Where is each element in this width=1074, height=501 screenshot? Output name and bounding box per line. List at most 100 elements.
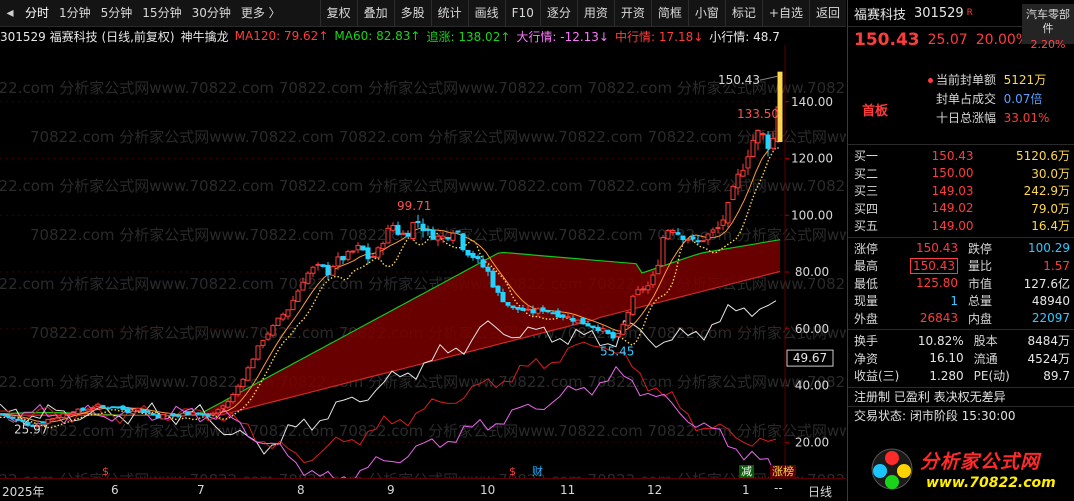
book-label: 买五 bbox=[854, 219, 879, 234]
tab-1min[interactable]: 1分钟 bbox=[54, 0, 96, 27]
order-book: 买一 150.43 5120.6万 买二 150.00 30.0万 买三 149.03 242.… bbox=[848, 145, 1074, 238]
candle-body bbox=[580, 317, 586, 325]
tool-small-window[interactable]: 小窗 bbox=[687, 0, 725, 27]
fund-row: 换手 10.82% 股本 8484万 bbox=[848, 332, 1074, 350]
event-tag-finance[interactable]: 财 bbox=[530, 465, 545, 478]
candle-body bbox=[315, 263, 321, 266]
candle-body bbox=[280, 313, 286, 320]
candle-body bbox=[75, 408, 81, 415]
logo-ball-icon bbox=[871, 448, 913, 490]
candle-body bbox=[135, 407, 141, 411]
candle-body bbox=[530, 309, 536, 314]
tool-kaizi[interactable]: 开资 bbox=[613, 0, 651, 27]
book-row[interactable]: 买四 149.02 79.0万 bbox=[848, 200, 1074, 218]
back-arrow-icon[interactable]: ◂ bbox=[0, 5, 20, 21]
candle-body bbox=[475, 256, 481, 260]
candle-body bbox=[625, 311, 631, 326]
y-tick-label: 20.00 bbox=[795, 435, 829, 449]
stat-value: 26843 bbox=[919, 311, 958, 326]
seal-section: 首板 当前封单额 5121万 封单占成交 0.07倍 十日总涨幅 33.01% bbox=[848, 53, 1074, 145]
book-row[interactable]: 买二 150.00 30.0万 bbox=[848, 165, 1074, 183]
candle-body bbox=[485, 266, 491, 272]
tab-15min[interactable]: 15分钟 bbox=[137, 0, 186, 27]
tool-f10[interactable]: F10 bbox=[504, 0, 540, 27]
book-row[interactable]: 买一 150.43 5120.6万 bbox=[848, 147, 1074, 165]
tool-add-watchlist[interactable]: +自选 bbox=[761, 0, 809, 27]
candle-body bbox=[675, 232, 681, 235]
candle-body bbox=[400, 232, 406, 235]
period-label[interactable]: 日线 bbox=[808, 483, 832, 500]
candle-body bbox=[245, 367, 251, 381]
candle-body bbox=[220, 405, 226, 409]
stock-name: 福赛科技 bbox=[854, 7, 907, 23]
candle-body bbox=[260, 340, 266, 346]
candle-body bbox=[125, 408, 131, 414]
tool-stats[interactable]: 统计 bbox=[430, 0, 468, 27]
stat-value: 100.29 bbox=[1028, 241, 1070, 256]
y-tick-label: 80.00 bbox=[795, 265, 829, 279]
candle-body bbox=[65, 413, 71, 416]
candle-body bbox=[155, 414, 161, 419]
candle-body bbox=[605, 329, 611, 334]
fund-row: 净资 16.10 流通 4524万 bbox=[848, 350, 1074, 368]
low-label-5545: 55.45 bbox=[600, 345, 634, 359]
candle-body bbox=[540, 307, 546, 312]
tool-multi[interactable]: 多股 bbox=[393, 0, 431, 27]
candle-body bbox=[10, 416, 16, 419]
candle-body bbox=[590, 325, 596, 329]
watermark-text: 70822.com 分析家公式网www.70822.com 70822.com … bbox=[30, 128, 846, 146]
tool-mark[interactable]: 标记 bbox=[724, 0, 762, 27]
stat-label: 量比 bbox=[968, 259, 993, 274]
candle-body bbox=[80, 407, 86, 411]
kline-chart[interactable]: 70822.com 分析家公式网www.70822.com 70822.com … bbox=[0, 45, 846, 478]
daxing-value: 大行情: -12.13↓ bbox=[516, 29, 609, 44]
event-tag-dollar-1[interactable]: $ bbox=[100, 465, 111, 478]
sector-box[interactable]: 汽车零部件 2.20% bbox=[1022, 4, 1074, 51]
tool-simple[interactable]: 简框 bbox=[650, 0, 688, 27]
candle-body bbox=[735, 173, 741, 189]
book-row[interactable]: 买五 149.00 16.4万 bbox=[848, 217, 1074, 235]
fund-label: PE(动) bbox=[973, 369, 1010, 384]
fund-value: 10.82% bbox=[917, 333, 964, 348]
candle-body bbox=[235, 385, 241, 396]
tool-overlay[interactable]: 叠加 bbox=[356, 0, 394, 27]
tab-5min[interactable]: 5分钟 bbox=[96, 0, 138, 27]
x-label-jun: 6 bbox=[111, 483, 119, 497]
fund-row: 收益(三) 1.280 PE(动) 89.7 bbox=[848, 367, 1074, 385]
candle-body bbox=[425, 228, 431, 231]
candle-body bbox=[470, 252, 476, 258]
candle-body bbox=[255, 345, 261, 360]
event-tag-dollar-2[interactable]: $ bbox=[507, 465, 518, 478]
tab-30min[interactable]: 30分钟 bbox=[187, 0, 236, 27]
candle-body bbox=[435, 235, 441, 241]
stat-label: 现量 bbox=[854, 294, 879, 309]
fund-value: 8484万 bbox=[1027, 334, 1070, 349]
stats-section: 涨停 150.43 跌停 100.29 最高 150.43 量比 1.57 最低 125.80 市值… bbox=[848, 238, 1074, 330]
candle-body bbox=[665, 230, 671, 240]
tool-return[interactable]: 返回 bbox=[808, 0, 846, 27]
indicator-bar: 301529 福赛科技 (日线,前复权) 神牛擒龙 MA120: 79.62↑ … bbox=[0, 27, 846, 45]
chart-toolbar: ◂ 分时 1分钟 5分钟 15分钟 30分钟 更多 〉 复权 叠加 多股 统计 … bbox=[0, 0, 846, 27]
candle-body bbox=[15, 418, 21, 421]
stat-value: 48940 bbox=[1031, 293, 1070, 308]
tab-timeshare[interactable]: 分时 bbox=[20, 0, 54, 27]
candle-body bbox=[380, 243, 386, 250]
book-row[interactable]: 买三 149.03 242.9万 bbox=[848, 182, 1074, 200]
tool-draw[interactable]: 画线 bbox=[467, 0, 505, 27]
y-tick-label: 140.00 bbox=[791, 95, 833, 109]
tool-per-minute[interactable]: 逐分 bbox=[539, 0, 577, 27]
sector-name: 汽车零部件 bbox=[1026, 8, 1070, 35]
candle-body bbox=[760, 133, 766, 136]
candle-body bbox=[160, 413, 166, 420]
tool-adjust[interactable]: 复权 bbox=[319, 0, 357, 27]
candle-body bbox=[680, 235, 686, 241]
event-tag-reduce[interactable]: 减 bbox=[739, 465, 754, 478]
trade-status-line: 交易状态: 闭市阶段 15:30:00 bbox=[854, 408, 1016, 423]
tool-yongzi[interactable]: 用资 bbox=[576, 0, 614, 27]
logo-url: www.70822.com bbox=[926, 475, 1056, 491]
watermark-text: 70822.com 分析家公式网www.70822.com 70822.com … bbox=[0, 373, 846, 391]
book-volume: 30.0万 bbox=[1031, 166, 1070, 181]
tab-more[interactable]: 更多 〉 bbox=[236, 0, 286, 27]
event-tag-limit-up[interactable]: 涨榜 bbox=[770, 465, 796, 478]
indicator-name[interactable]: 神牛擒龙 bbox=[181, 28, 229, 45]
